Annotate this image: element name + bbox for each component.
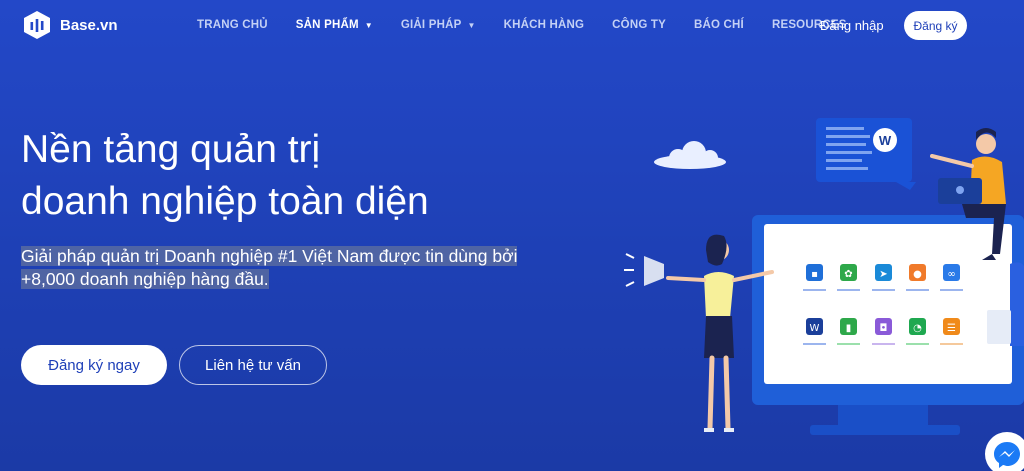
- nav-item-label: KHÁCH HÀNG: [503, 19, 585, 31]
- svg-text:◔: ◔: [913, 323, 922, 334]
- hero-subtitle: Giải pháp quản trị Doanh nghiệp #1 Việt …: [21, 245, 541, 291]
- cloud-icon: [654, 141, 726, 169]
- nav-item-label: BÁO CHÍ: [693, 19, 744, 31]
- nav-item-bao-chi[interactable]: BÁO CHÍ: [694, 19, 744, 31]
- nav-item-san-pham[interactable]: SẢN PHẨM ▼: [296, 19, 373, 31]
- login-link[interactable]: Đăng nhập: [820, 18, 884, 33]
- nav-item-label: SẢN PHẨM: [295, 19, 359, 31]
- nav-item-label: TRANG CHỦ: [197, 19, 268, 31]
- svg-text:W: W: [810, 323, 820, 334]
- svg-text:∞: ∞: [947, 269, 955, 280]
- hero-subtitle-text: Giải pháp quản trị Doanh nghiệp #1 Việt …: [21, 246, 518, 289]
- messenger-icon: [994, 442, 1020, 468]
- chevron-down-icon: ▼: [467, 20, 476, 30]
- nav-item-cong-ty[interactable]: CÔNG TY: [612, 19, 666, 31]
- nav-item-khach-hang[interactable]: KHÁCH HÀNG: [504, 19, 585, 31]
- nav-item-giai-phap[interactable]: GIẢI PHÁP ▼: [401, 19, 476, 31]
- svg-text:☰: ☰: [947, 323, 956, 334]
- person-with-megaphone: [624, 234, 774, 432]
- chevron-down-icon: ▼: [364, 20, 373, 30]
- bubble-badge: W: [879, 133, 892, 148]
- svg-text:◘: ◘: [880, 323, 888, 334]
- nav-item-label: GIẢI PHÁP: [400, 19, 462, 31]
- signup-button[interactable]: Đăng ký: [904, 11, 967, 40]
- monitor-illustration: ▪ ✿ ➤ ● ∞ W ▮ ◘ ◔ ☰: [752, 215, 1024, 435]
- contact-consult-button[interactable]: Liên hệ tư vấn: [179, 345, 327, 385]
- hero-title: Nền tảng quản trị doanh nghiệp toàn diện: [21, 124, 541, 228]
- hero-title-line-1: Nền tảng quản trị: [21, 128, 321, 171]
- nav-item-label: CÔNG TY: [612, 19, 666, 31]
- main-menu: TRANG CHỦ SẢN PHẨM ▼ GIẢI PHÁP ▼ KHÁCH H…: [197, 19, 875, 31]
- svg-text:✿: ✿: [844, 269, 852, 280]
- base-logo-icon: [24, 11, 50, 39]
- top-navigation: Base.vn TRANG CHỦ SẢN PHẨM ▼ GIẢI PHÁP ▼…: [0, 0, 1024, 52]
- register-now-button[interactable]: Đăng ký ngay: [21, 345, 167, 385]
- svg-text:▪: ▪: [811, 269, 818, 280]
- hero-title-line-2: doanh nghiệp toàn diện: [21, 180, 429, 223]
- svg-text:➤: ➤: [879, 269, 887, 280]
- brand-name: Base.vn: [60, 16, 118, 34]
- nav-item-trang-chu[interactable]: TRANG CHỦ: [197, 19, 268, 31]
- chat-bubble: W: [816, 118, 916, 190]
- svg-text:●: ●: [913, 269, 922, 280]
- brand-logo[interactable]: Base.vn: [22, 10, 118, 40]
- messenger-chat-button[interactable]: [985, 432, 1024, 471]
- svg-text:▮: ▮: [846, 323, 852, 334]
- hero-illustration: W ▪ ✿ ➤ ● ∞ W ▮ ◘ ◔ ☰: [624, 118, 1024, 435]
